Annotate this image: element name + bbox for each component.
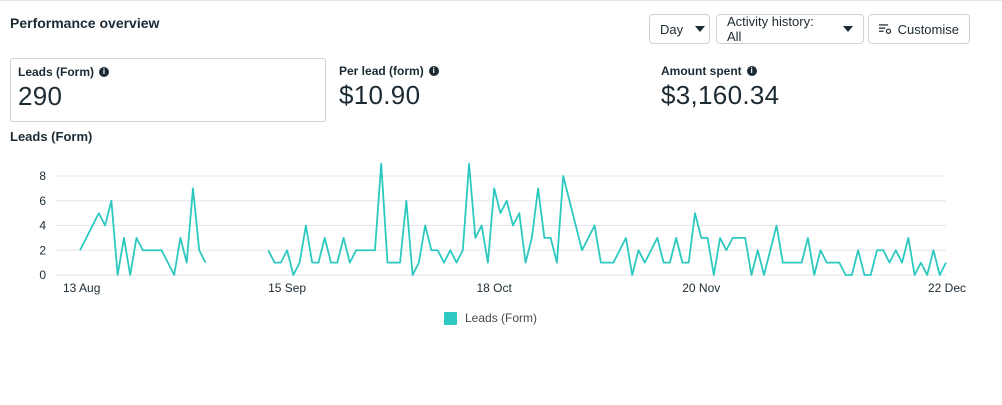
x-tick-label: 22 Dec [928, 281, 966, 295]
day-dropdown[interactable]: Day [649, 14, 710, 44]
activity-history-dropdown[interactable]: Activity history: All [716, 14, 864, 44]
metric-per-lead-card[interactable]: Per lead (form) i $10.90 [332, 58, 632, 122]
legend-swatch [444, 311, 457, 325]
y-tick-label: 2 [39, 243, 46, 257]
metric-amount-spent-label: Amount spent [661, 64, 742, 78]
info-icon[interactable]: i [428, 66, 439, 76]
series-line [79, 187, 207, 276]
x-tick-label: 15 Sep [268, 281, 306, 295]
page-title: Performance overview [10, 15, 160, 31]
y-tick-label: 6 [39, 194, 46, 208]
metric-leads-card[interactable]: Leads (Form) i 290 [10, 58, 326, 122]
metric-leads-value: 290 [18, 81, 63, 111]
customise-button[interactable]: Customise [868, 14, 970, 44]
customise-label: Customise [897, 21, 959, 37]
series-line [267, 162, 947, 276]
top-divider [0, 0, 1002, 1]
chart-legend[interactable]: Leads (Form) [444, 311, 537, 325]
metric-amount-spent-value: $3,160.34 [661, 80, 780, 110]
info-icon[interactable]: i [746, 66, 757, 76]
legend-label: Leads (Form) [465, 311, 538, 325]
caret-down-icon [695, 26, 706, 32]
metric-leads-label: Leads (Form) [18, 65, 95, 79]
x-tick-label: 13 Aug [63, 281, 100, 295]
customise-icon [879, 24, 892, 34]
chart-title: Leads (Form) [10, 129, 93, 144]
x-tick-label: 20 Nov [682, 281, 720, 295]
y-tick-label: 4 [39, 219, 46, 233]
metric-per-lead-value: $10.90 [339, 80, 421, 110]
metric-amount-spent-card[interactable]: Amount spent i $3,160.34 [654, 58, 954, 122]
y-tick-label: 0 [39, 268, 46, 282]
day-dropdown-label: Day [660, 21, 684, 37]
activity-history-label: Activity history: All [727, 14, 814, 44]
leads-line-chart[interactable]: 0 2 4 6 8 13 Aug 15 Sep 18 Oct 20 Nov 22 Dec [0, 150, 1002, 300]
info-icon[interactable]: i [99, 67, 110, 77]
x-tick-label: 18 Oct [476, 281, 512, 295]
caret-down-icon [843, 26, 853, 32]
y-tick-label: 8 [39, 169, 46, 183]
metric-per-lead-label: Per lead (form) [339, 64, 424, 78]
